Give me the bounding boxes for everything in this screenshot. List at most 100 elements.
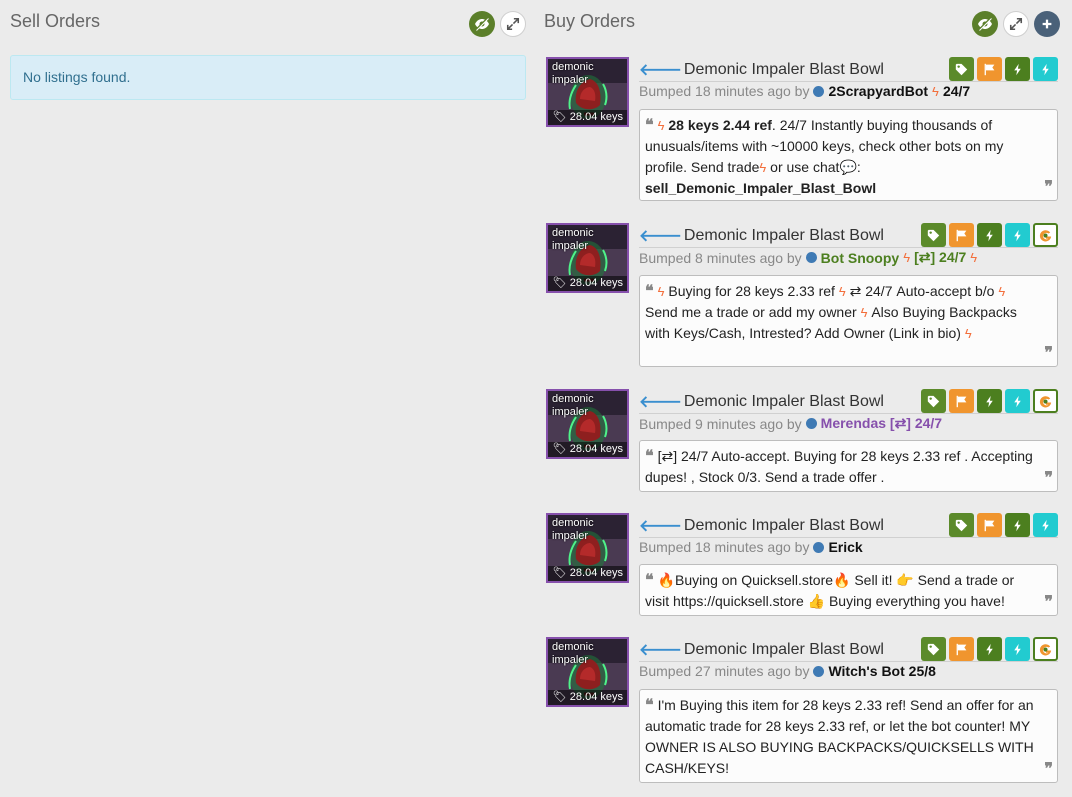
buy-toggle-visibility-button[interactable] <box>972 11 998 37</box>
report-button[interactable] <box>949 223 974 247</box>
username[interactable]: Merendas [⇄] 24/7 <box>821 415 942 432</box>
trade-offer-button[interactable] <box>1005 57 1030 81</box>
price-tag-button[interactable] <box>921 223 946 247</box>
listing-title-link[interactable]: 🡐 Demonic Impaler Blast Bowl <box>639 515 884 536</box>
listing-comment: ❝ 🔥Buying on Quicksell.store🔥 Sell it! 👉 … <box>639 564 1058 616</box>
marketplace-button[interactable] <box>1033 389 1058 413</box>
username[interactable]: Erick <box>828 539 862 555</box>
divider <box>639 413 1058 414</box>
quote-close-icon: ❞ <box>1044 345 1053 362</box>
listing-actions <box>921 389 1058 413</box>
listing-comment: ❝ ϟ 28 keys 2.44 ref. 24/7 Instantly buyi… <box>639 109 1058 201</box>
chat-command: sell_Demonic_Impaler_Blast_Bowl <box>645 180 877 196</box>
report-button[interactable] <box>977 57 1002 81</box>
price-badge: 🏷 28.04 keys <box>548 690 627 705</box>
price-tag-button[interactable] <box>949 513 974 537</box>
item-thumbnail[interactable]: demonic impaler 🏷 28.04 keys <box>546 223 629 293</box>
bolt-icon: ϟ <box>964 326 972 341</box>
add-buy-order-button[interactable] <box>1034 11 1060 37</box>
trade-offer-button[interactable] <box>977 223 1002 247</box>
price-tag-button[interactable] <box>949 57 974 81</box>
price-value: 28.04 keys <box>569 443 623 455</box>
item-thumbnail[interactable]: demonic impaler 🏷 28.04 keys <box>546 513 629 583</box>
trade-offer-button[interactable] <box>1005 513 1030 537</box>
instant-trade-button[interactable] <box>1005 223 1030 247</box>
bolt-icon <box>1011 519 1024 532</box>
bump-info: Bumped 18 minutes ago by Erick <box>639 539 863 555</box>
item-thumbnail[interactable]: demonic impaler 🏷 28.04 keys <box>546 57 629 127</box>
report-button[interactable] <box>949 637 974 661</box>
item-thumbnail[interactable]: demonic impaler 🏷 28.04 keys <box>546 637 629 707</box>
comment-text: or use chat <box>766 159 840 175</box>
username[interactable]: Bot Snoopy <box>821 250 900 266</box>
quote-icon: ❝ <box>645 448 654 465</box>
flag-icon <box>955 643 968 656</box>
instant-trade-button[interactable] <box>1005 637 1030 661</box>
tag-icon <box>955 519 968 532</box>
comment-text: I'm Buying this item for 28 keys 2.33 re… <box>645 697 1034 776</box>
bump-info: Bumped 18 minutes ago by 2ScrapyardBot ϟ… <box>639 83 970 99</box>
bump-info: Bumped 8 minutes ago by Bot Snoopy ϟ [⇄]… <box>639 249 977 266</box>
sell-expand-button[interactable] <box>500 11 526 37</box>
item-name: Demonic Impaler Blast Bowl <box>683 516 884 534</box>
lightning-icon <box>1011 395 1024 408</box>
pointing-hand-icon: 👉 <box>896 572 914 588</box>
price-tag-button[interactable] <box>921 389 946 413</box>
expand-icon <box>506 17 520 31</box>
quality-label: demonic impaler <box>552 227 594 252</box>
buy-expand-button[interactable] <box>1003 11 1029 37</box>
tag-icon: 🏷 <box>552 691 567 703</box>
listing-title-link[interactable]: 🡐 Demonic Impaler Blast Bowl <box>639 391 884 412</box>
username[interactable]: Witch's Bot 25/8 <box>828 663 935 679</box>
report-button[interactable] <box>977 513 1002 537</box>
quote-icon: ❝ <box>645 283 654 300</box>
sell-orders-controls <box>469 11 526 37</box>
listing-title-link[interactable]: 🡐 Demonic Impaler Blast Bowl <box>639 59 884 80</box>
listing-comment: ❝ [⇄] 24/7 Auto-accept. Buying for 28 key… <box>639 440 1058 492</box>
lightning-icon <box>1011 229 1024 242</box>
listing-title-link[interactable]: 🡐 Demonic Impaler Blast Bowl <box>639 639 884 660</box>
flag-icon <box>955 395 968 408</box>
bolt-icon: ϟ <box>932 83 939 99</box>
flag-icon <box>983 519 996 532</box>
price-badge: 🏷 28.04 keys <box>548 110 627 125</box>
status-dot <box>813 85 825 97</box>
chat-icon: 💬 <box>839 159 857 175</box>
username[interactable]: 2ScrapyardBot <box>828 83 928 99</box>
buy-orders-controls <box>972 11 1060 37</box>
status-dot <box>813 665 825 677</box>
comment-text: ⇄ 24/7 Auto-accept b/o <box>849 283 995 299</box>
no-listings-alert: No listings found. <box>10 55 526 100</box>
comment-text: [⇄] 24/7 Auto-accept. Buying for 28 keys… <box>645 448 1033 485</box>
quality-label: demonic impaler <box>552 641 594 666</box>
tag-icon <box>927 643 940 656</box>
status-dot <box>805 418 817 429</box>
quality-label: demonic impaler <box>552 61 594 86</box>
item-thumbnail[interactable]: demonic impaler 🏷 28.04 keys <box>546 389 629 459</box>
sell-toggle-visibility-button[interactable] <box>469 11 495 37</box>
instant-trade-button[interactable] <box>1005 389 1030 413</box>
plus-icon <box>1040 17 1054 31</box>
listing-actions <box>949 513 1058 537</box>
listing-title-link[interactable]: 🡐 Demonic Impaler Blast Bowl <box>639 225 884 246</box>
divider <box>639 247 1058 248</box>
status-dot <box>813 541 825 553</box>
quality-label: demonic impaler <box>552 393 594 418</box>
quote-icon: ❝ <box>645 697 654 714</box>
g-icon <box>1038 394 1053 409</box>
trade-offer-button[interactable] <box>977 637 1002 661</box>
price-value: 28.04 keys <box>569 277 623 289</box>
listing-actions <box>921 223 1058 247</box>
marketplace-button[interactable] <box>1033 637 1058 661</box>
comment-text: Send me a trade or add my owner <box>645 304 857 320</box>
bumped-text: Bumped 18 minutes ago by <box>639 83 810 99</box>
price-tag-button[interactable] <box>921 637 946 661</box>
instant-trade-button[interactable] <box>1033 513 1058 537</box>
quote-close-icon: ❞ <box>1044 470 1053 487</box>
instant-trade-button[interactable] <box>1033 57 1058 81</box>
arrow-left-icon: 🡐 <box>639 642 682 659</box>
arrow-left-icon: 🡐 <box>639 228 682 245</box>
trade-offer-button[interactable] <box>977 389 1002 413</box>
report-button[interactable] <box>949 389 974 413</box>
marketplace-button[interactable] <box>1033 223 1058 247</box>
